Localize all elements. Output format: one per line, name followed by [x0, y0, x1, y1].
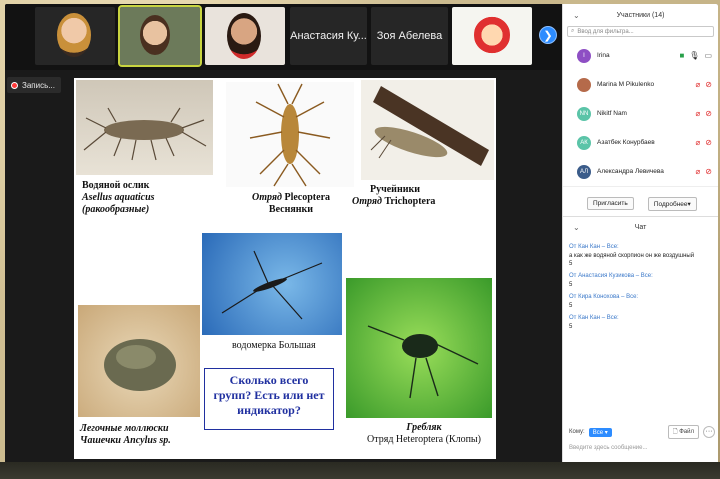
side-panel: ⌄ Участники (14) ⌕ Ввод для фильтра... I…	[562, 4, 718, 466]
participant-row[interactable]: АК Азатбек Конурбаев ⌀ ⊘	[563, 128, 718, 157]
shared-screen-slide: Водяной ослик Asellus aquaticus (ракообр…	[74, 78, 496, 459]
share-icon: ■	[679, 51, 685, 60]
backswimmer-caption: Гребляк Отряд Heteroptera (Клопы)	[367, 422, 481, 445]
participant-name: Анастасия Ку...	[290, 30, 367, 42]
video-tile-3[interactable]	[205, 7, 285, 65]
chat-text: 5	[569, 261, 573, 267]
camera-off-icon: ⊘	[705, 80, 712, 89]
chat-text: 5	[569, 282, 573, 288]
chevron-down-icon[interactable]: ⌄	[573, 223, 580, 232]
participant-avatar: АЛ	[577, 164, 591, 179]
video-tile-6[interactable]	[452, 7, 532, 65]
filter-placeholder: Ввод для фильтра...	[577, 28, 634, 35]
bottom-toolbar	[0, 462, 720, 479]
chat-sender[interactable]: От Кан Кан – Все:	[569, 315, 712, 321]
trichoptera-caption: Ручейники Отряд Trichoptera	[352, 184, 436, 207]
trichoptera-photo	[361, 80, 494, 180]
chat-header: ⌄ Чат	[563, 216, 718, 238]
plecoptera-photo	[226, 82, 354, 187]
chat-sender[interactable]: От Кира Конохова – Все:	[569, 294, 712, 300]
clown-avatar-icon	[474, 11, 510, 59]
mollusc-photo	[78, 305, 200, 417]
video-tile-5[interactable]: Зоя Абелева	[371, 7, 448, 65]
participants-filter-input[interactable]: ⌕ Ввод для фильтра...	[567, 26, 714, 37]
chat-text: 5	[569, 324, 573, 330]
chat-more-button[interactable]: ···	[703, 426, 715, 438]
water-strider-caption: водомерка Большая	[232, 340, 316, 351]
asellus-caption: Водяной ослик Asellus aquaticus (ракообр…	[82, 180, 155, 215]
participant-avatar	[227, 13, 261, 59]
camera-off-icon: ⊘	[705, 167, 712, 176]
mic-off-icon: ⌀	[695, 138, 701, 147]
chat-message-input[interactable]: Введите здесь сообщение...	[569, 445, 648, 451]
mic-off-icon: ⌀	[695, 80, 701, 89]
chat-text: а как же водяной скорпион он же воздушны…	[569, 253, 695, 259]
chevron-down-icon[interactable]: ⌄	[573, 11, 580, 20]
mic-off-icon: ⌀	[695, 167, 701, 176]
asellus-photo	[76, 80, 213, 175]
chat-recipient-row: Кому: Все ▾ 🗋 Файл ···	[569, 425, 715, 439]
zoom-window: Анастасия Ку... Зоя Абелева ❯ Запись...	[5, 4, 718, 466]
participants-actions: Пригласить Подробнее▾	[563, 186, 718, 216]
record-icon	[11, 81, 18, 89]
mollusc-caption: Легочные моллюски Чашечки Ancylus sp.	[80, 423, 171, 446]
participant-avatar: АК	[577, 135, 591, 150]
chat-message: От Кира Конохова – Все: 5	[563, 294, 718, 310]
search-icon: ⌕	[571, 28, 575, 34]
participant-avatar: I	[577, 48, 591, 63]
video-tile-1[interactable]	[35, 7, 115, 65]
chat-sender[interactable]: От Анастасия Кузикова – Все:	[569, 273, 712, 279]
invite-button[interactable]: Пригласить	[587, 197, 634, 210]
camera-icon: ▭	[704, 51, 712, 60]
mic-icon: 🎙	[689, 51, 700, 60]
chat-message: От Анастасия Кузикова – Все: 5	[563, 273, 718, 289]
participant-row[interactable]: АЛ Александра Левичева ⌀ ⊘	[563, 157, 718, 186]
recipient-select[interactable]: Все ▾	[588, 427, 612, 437]
participant-avatar: NN	[577, 106, 591, 121]
mic-off-icon: ⌀	[695, 109, 701, 118]
backswimmer-photo	[346, 278, 492, 418]
participant-avatar	[577, 77, 591, 92]
question-box: Сколько всего групп? Есть или нет индика…	[204, 368, 334, 430]
video-tile-2[interactable]	[118, 5, 202, 67]
next-page-button[interactable]: ❯	[539, 26, 557, 44]
participants-title: Участники (14)	[616, 11, 665, 19]
chat-sender[interactable]: От Кан Кан – Все:	[569, 244, 712, 250]
plecoptera-caption: Отряд Plecoptera Веснянки	[251, 192, 331, 215]
file-button[interactable]: 🗋 Файл	[667, 425, 699, 439]
more-button[interactable]: Подробнее▾	[647, 196, 697, 211]
video-tile-4[interactable]: Анастасия Ку...	[290, 7, 367, 65]
camera-off-icon: ⊘	[705, 109, 712, 118]
participant-avatar	[140, 15, 170, 55]
water-strider-photo	[202, 233, 342, 335]
chat-title: Чат	[634, 224, 647, 231]
video-gallery: Анастасия Ку... Зоя Абелева ❯	[5, 4, 562, 70]
participant-name: Зоя Абелева	[376, 30, 443, 42]
chat-message: От Кан Кан – Все: 5	[563, 315, 718, 331]
participant-row[interactable]: Marina M Pikulenko ⌀ ⊘	[563, 70, 718, 99]
to-label: Кому:	[569, 429, 585, 435]
recording-indicator[interactable]: Запись...	[7, 77, 61, 93]
recording-label: Запись...	[22, 80, 55, 90]
participant-row[interactable]: NN Nikitf Nam ⌀ ⊘	[563, 99, 718, 128]
camera-off-icon: ⊘	[705, 138, 712, 147]
participant-row[interactable]: I Irina ■ 🎙 ▭	[563, 41, 718, 70]
chat-text: 5	[569, 303, 573, 309]
participants-header: ⌄ Участники (14)	[563, 4, 718, 26]
participant-avatar	[57, 13, 91, 57]
chat-message: От Кан Кан – Все: а как же водяной скорп…	[563, 244, 718, 268]
